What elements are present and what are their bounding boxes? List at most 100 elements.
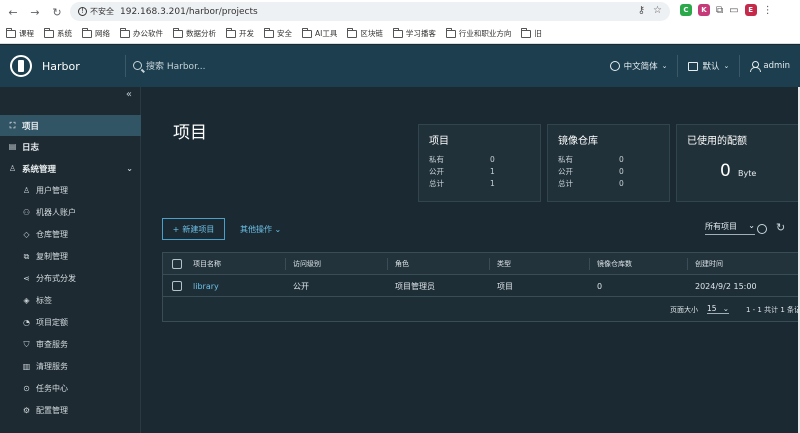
insecure-indicator[interactable]: ! 不安全 [78,6,114,17]
chevron-down-icon: ⌄ [723,62,730,70]
sidebar: « ⛶ 项目 ▤ 日志 ♙ 系统管理 ⌄ ♙ 用户管理 ⚇ 机器人账户 ◇ 仓库管理 ⧉ 复制… [0,87,141,433]
bookmark-item[interactable]: 区块链 [347,27,383,39]
bookmark-item[interactable]: 网络 [82,27,110,39]
chevron-down-icon: ⌄ [661,62,668,70]
bookmark-item[interactable]: 开发 [226,27,254,39]
sidebar-item-labels[interactable]: ◈ 标签 [0,290,141,311]
row-label: 公开 [429,166,444,176]
quota-value: 0 [720,161,731,181]
bookmark-item[interactable]: 系统 [44,27,72,39]
address-bar[interactable]: ! 不安全 192.168.3.201/harbor/projects ⚷ ☆ [70,2,670,21]
harbor-logo-icon[interactable] [10,55,32,77]
shield-icon: ⛉ [23,339,30,349]
project-name-link[interactable]: library [193,275,219,297]
card-row: 公开 1 [429,165,530,177]
column-header-creation-time[interactable]: 创建时间 [695,253,723,275]
bookmark-item[interactable]: 学习播客 [392,27,436,39]
sidebar-item-label: 分布式分发 [36,274,76,283]
sidebar-item-user-management[interactable]: ♙ 用户管理 [0,180,141,201]
header-divider [125,55,126,77]
sidebar-item-clean-up[interactable]: ▥ 清理服务 [0,356,141,377]
select-all-checkbox[interactable] [172,259,182,269]
bookmark-item[interactable]: 旧 [521,27,542,39]
sidebar-item-job-service[interactable]: ⊙ 任务中心 [0,378,141,399]
sidebar-item-logs[interactable]: ▤ 日志 [0,136,141,157]
column-header-type[interactable]: 类型 [497,253,511,275]
profile-e-icon[interactable]: E [744,4,757,16]
creation-time-cell: 2024/9/2 15:00 [695,281,757,291]
sidebar-item-label: 用户管理 [36,186,68,195]
more-actions-label: 其他操作 [240,225,272,234]
key-icon[interactable]: ⚷ [638,5,645,16]
forward-icon[interactable]: → [26,3,44,21]
extensions-puzzle-icon[interactable]: ⧉ [716,5,723,16]
sidebar-panel-icon[interactable]: ▭ [729,5,738,16]
global-search[interactable]: 搜索 Harbor... [133,59,206,72]
bookmark-item[interactable]: 课程 [6,27,34,39]
sidebar-item-configuration[interactable]: ⚙ 配置管理 [0,400,141,421]
sidebar-item-label: 仓库管理 [36,230,68,239]
sidebar-item-label: 系统管理 [22,164,57,175]
search-icon[interactable] [757,224,767,234]
new-project-button[interactable]: + 新建项目 [162,218,225,240]
copy-icon: ⧉ [23,251,30,261]
menu-dots-icon[interactable]: ⋮ [763,5,773,16]
search-input[interactable]: 搜索 Harbor... [146,59,206,72]
row-value: 0 [619,166,624,176]
brand-name[interactable]: Harbor [42,60,80,73]
sidebar-item-registries[interactable]: ◇ 仓库管理 [0,224,141,245]
tag-icon: ◈ [23,296,30,305]
gauge-icon: ◔ [23,318,30,327]
bookmark-item[interactable]: 行业和职业方向 [445,27,511,39]
reload-icon[interactable]: ↻ [48,3,66,21]
page-size-select[interactable]: 15 ⌄ [707,304,729,314]
language-switcher[interactable]: 中文简体 ⌄ [600,55,678,77]
bookmark-item[interactable]: 安全 [264,27,292,39]
sidebar-item-label: 标签 [36,296,52,305]
card-title: 已使用的配额 [687,136,747,147]
project-filter-select[interactable]: 所有项目 ⌄ [705,221,755,235]
users-icon: ♙ [8,164,17,173]
column-separator [687,258,688,270]
plus-icon: + [172,224,180,234]
sidebar-item-system-admin[interactable]: ♙ 系统管理 ⌄ [0,158,141,179]
bookmark-item[interactable]: AI工具 [302,27,337,39]
column-separator [589,258,590,270]
column-header-role[interactable]: 角色 [395,253,409,275]
column-header-access-level[interactable]: 访问级别 [293,253,321,275]
sidebar-item-label: 配置管理 [36,406,68,415]
folder-icon [392,27,403,38]
sidebar-item-distribution[interactable]: ⋖ 分布式分发 [0,268,141,289]
trash-icon: ▥ [22,362,31,371]
collapse-sidebar-icon[interactable]: « [126,89,132,100]
star-icon[interactable]: ☆ [653,5,662,16]
bookmark-item[interactable]: 办公软件 [120,27,163,39]
sidebar-item-replication[interactable]: ⧉ 复制管理 [0,246,141,267]
user-icon [750,61,762,72]
sidebar-item-projects[interactable]: ⛶ 项目 [0,115,141,136]
bookmark-label: 系统 [57,29,72,38]
extension-c-icon[interactable]: C [680,4,692,16]
folder-icon [82,27,92,38]
column-header-name[interactable]: 项目名称 [193,253,221,275]
column-header-repo-count[interactable]: 镜像仓库数 [597,253,632,275]
bookmark-item[interactable]: 数据分析 [173,27,216,39]
folder-icon [445,27,456,38]
quota-unit: Byte [738,169,757,178]
url-text[interactable]: 192.168.3.201/harbor/projects [120,7,258,17]
bookmark-label: 网络 [95,29,110,38]
more-actions-dropdown[interactable]: 其他操作 ⌄ [240,224,281,235]
user-menu[interactable]: admin [739,55,800,77]
row-checkbox[interactable] [172,281,182,291]
row-label: 总计 [558,178,573,188]
refresh-icon[interactable]: ↻ [776,221,785,234]
sidebar-item-project-quotas[interactable]: ◔ 项目定额 [0,312,141,333]
theme-label: 默认 [702,62,720,72]
folder-icon [226,27,236,38]
theme-switcher[interactable]: 默认 ⌄ [677,55,739,77]
sidebar-item-interrogation-services[interactable]: ⛉ 审查服务 [0,334,141,355]
extension-k-icon[interactable]: K [698,4,710,16]
back-icon[interactable]: ← [4,3,22,21]
sidebar-item-robot-accounts[interactable]: ⚇ 机器人账户 [0,202,141,223]
column-separator [285,258,286,270]
